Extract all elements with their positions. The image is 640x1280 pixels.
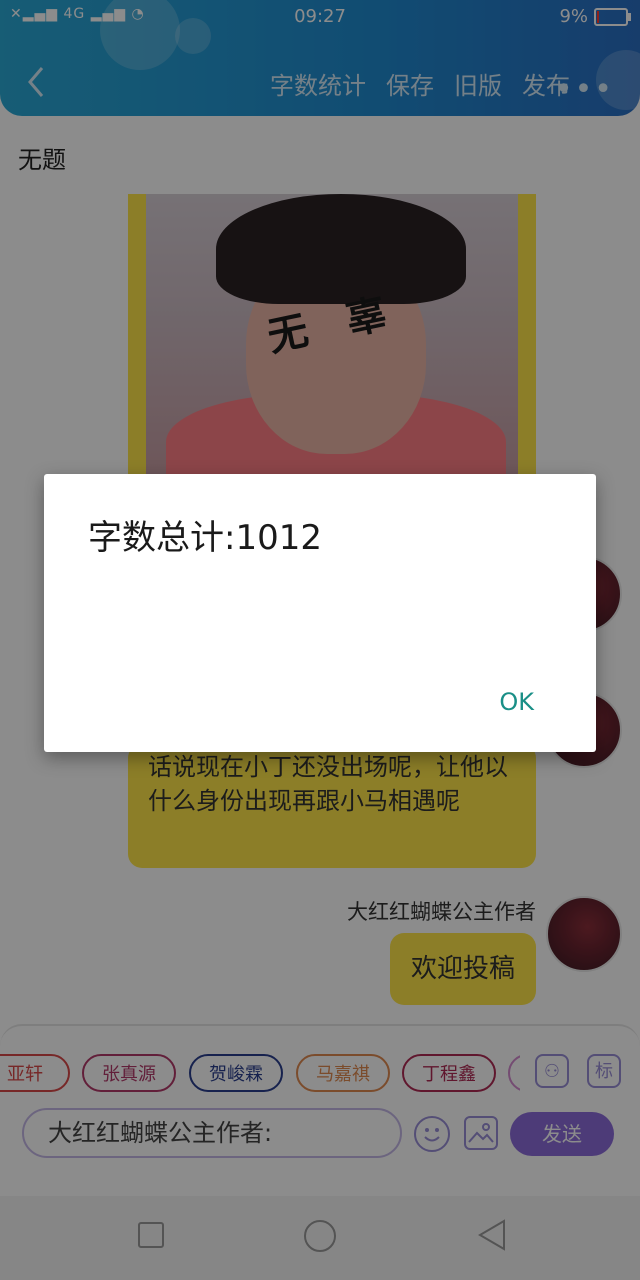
ok-button[interactable]: OK — [499, 688, 534, 716]
word-count-dialog: 字数总计:1012 OK — [44, 474, 596, 752]
dialog-message: 字数总计:1012 — [88, 518, 322, 558]
